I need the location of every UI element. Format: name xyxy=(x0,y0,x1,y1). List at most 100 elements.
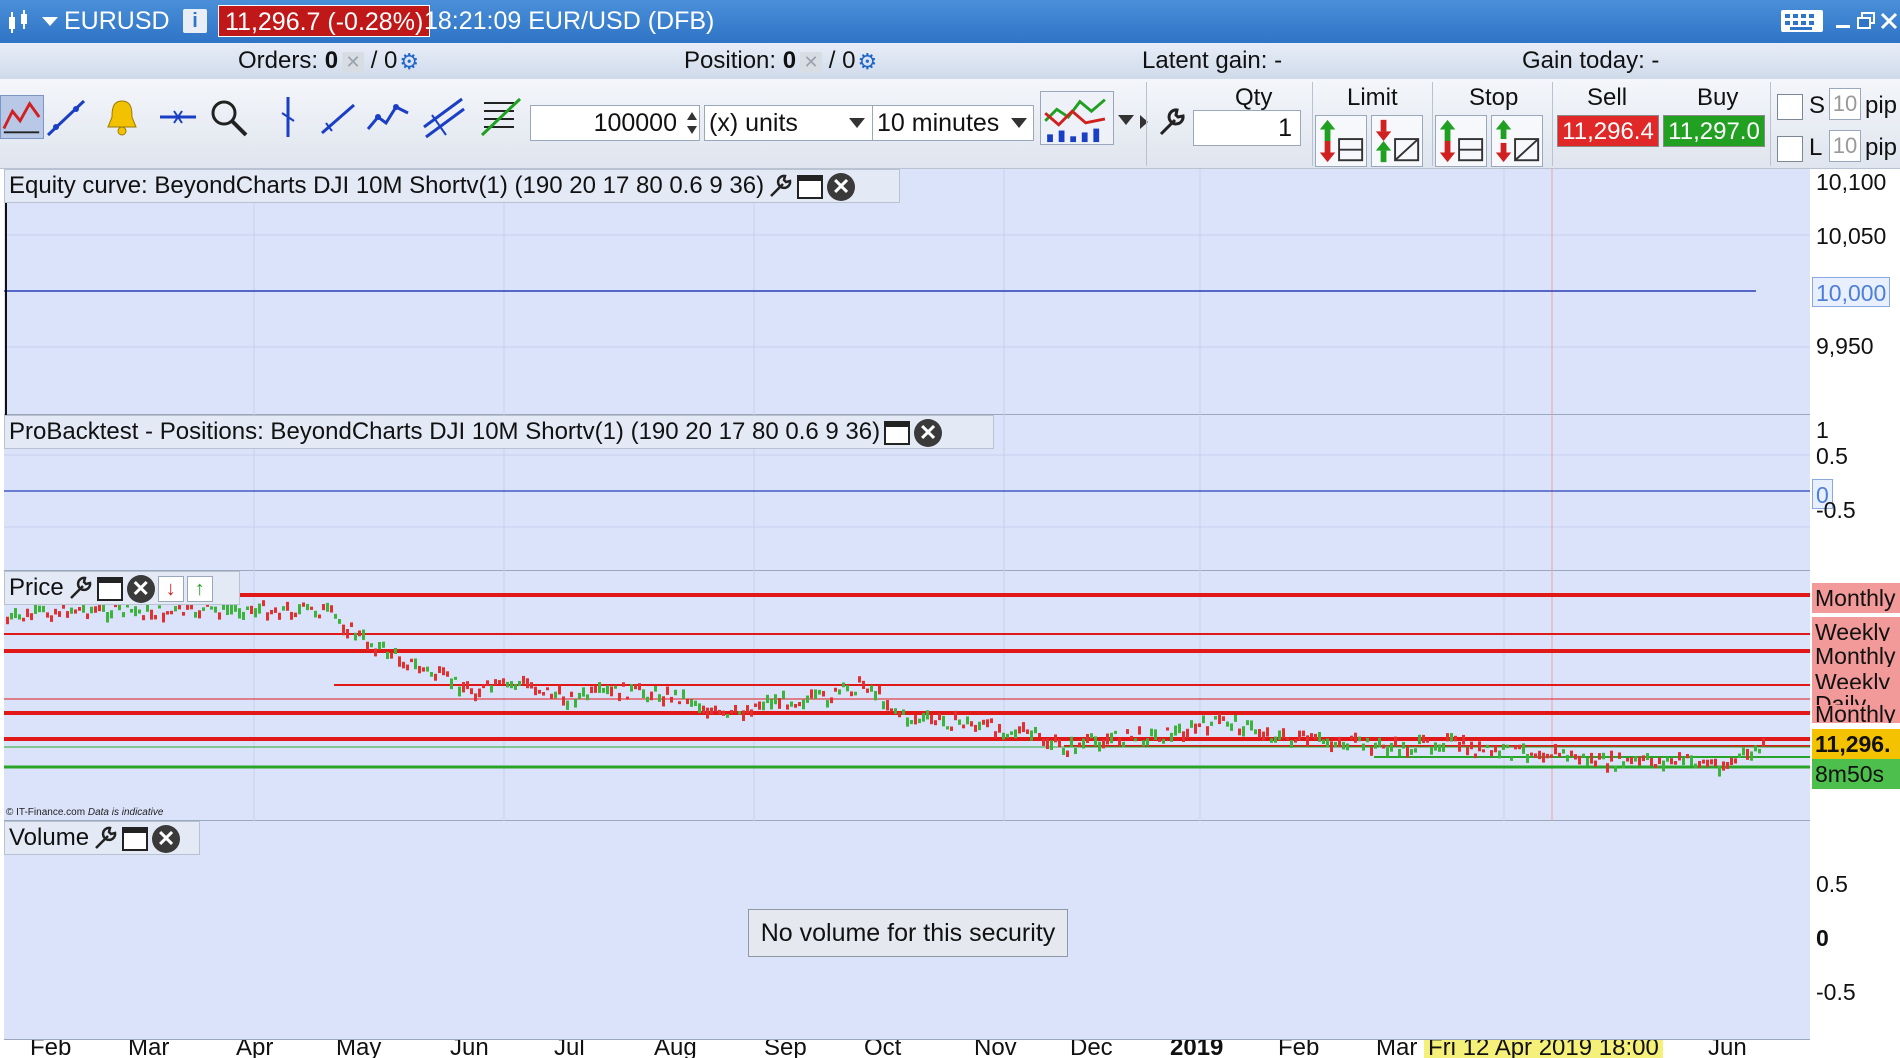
cancel-orders-icon[interactable]: ✕ xyxy=(342,51,365,72)
long-pip-unit: pip xyxy=(1865,134,1898,161)
candle xyxy=(1050,740,1053,751)
positions-close-icon[interactable]: ✕ xyxy=(914,418,943,447)
chart-style-icon[interactable] xyxy=(0,95,44,139)
units-select[interactable]: (x) units xyxy=(704,105,874,141)
price-settings-wrench-icon[interactable] xyxy=(67,576,93,602)
equity-settings-wrench-icon[interactable] xyxy=(767,174,793,200)
buy-arrow-icon[interactable]: ↑ xyxy=(186,575,213,602)
candle xyxy=(1326,738,1329,748)
price-close-icon[interactable]: ✕ xyxy=(126,574,155,603)
info-icon[interactable]: i xyxy=(183,9,207,33)
stop-sell-order-icon[interactable] xyxy=(1491,115,1543,167)
candle xyxy=(1030,730,1033,741)
alert-bell-icon[interactable] xyxy=(100,95,144,139)
stop-label: Stop xyxy=(1469,84,1519,111)
limit-buy-order-icon[interactable] xyxy=(1315,115,1367,167)
positions-maximize-icon[interactable] xyxy=(884,420,911,445)
candle xyxy=(802,699,805,710)
channel-tool-icon[interactable] xyxy=(422,95,466,139)
time-axis-label: Dec xyxy=(1070,1040,1113,1058)
horizontal-line-tool-icon[interactable] xyxy=(156,95,200,139)
candle xyxy=(794,703,797,708)
equity-curve-panel[interactable]: Equity curve: BeyondCharts DJI 10M Short… xyxy=(4,169,1810,415)
polyline-tool-icon[interactable] xyxy=(366,95,410,139)
stop-buy-order-icon[interactable] xyxy=(1435,115,1487,167)
candle xyxy=(1634,756,1637,762)
candle xyxy=(730,709,733,714)
candle xyxy=(670,696,673,703)
instrument-dropdown-icon[interactable] xyxy=(42,17,58,26)
candle xyxy=(962,724,965,729)
quantity-spinner-icon[interactable] xyxy=(686,108,698,138)
candle xyxy=(1578,755,1581,765)
volume-close-icon[interactable]: ✕ xyxy=(152,824,181,853)
units-select-value: (x) units xyxy=(709,109,798,137)
candle xyxy=(530,682,533,689)
limit-sell-order-icon[interactable] xyxy=(1371,115,1423,167)
minimize-icon[interactable] xyxy=(1834,9,1852,33)
short-checkbox[interactable] xyxy=(1777,94,1803,120)
long-checkbox[interactable] xyxy=(1777,136,1803,162)
long-pip-input[interactable]: 10 xyxy=(1829,130,1861,162)
time-axis-label: Feb xyxy=(30,1040,72,1058)
fibonacci-tool-icon[interactable] xyxy=(478,95,522,139)
candle xyxy=(622,682,625,687)
sell-button[interactable]: 11,296.4 xyxy=(1557,115,1659,147)
candle xyxy=(974,724,977,732)
close-position-icon[interactable]: ✕ xyxy=(800,51,823,72)
indicators-icon[interactable] xyxy=(1040,91,1114,145)
quantity-multiplier-field[interactable]: 100000 xyxy=(530,105,700,141)
price-maximize-icon[interactable] xyxy=(96,576,123,601)
short-pip-input[interactable]: 10 xyxy=(1829,88,1861,120)
candle xyxy=(1074,747,1077,755)
candle xyxy=(1038,733,1041,738)
buy-button[interactable]: 11,297.0 xyxy=(1663,115,1765,147)
candle xyxy=(1098,741,1101,752)
candle xyxy=(1238,728,1241,736)
timeframe-select[interactable]: 10 minutes xyxy=(872,105,1034,141)
candle xyxy=(866,688,869,693)
candle xyxy=(1622,761,1625,769)
close-window-icon[interactable] xyxy=(1880,9,1898,33)
volume-maximize-icon[interactable] xyxy=(122,826,149,851)
candle xyxy=(786,704,789,710)
price-panel[interactable]: Price ✕ ↓ ↑ © IT-Finance.com Data is indica… xyxy=(4,571,1810,821)
positions-panel[interactable]: ProBacktest - Positions: BeyondCharts DJ… xyxy=(4,415,1810,571)
wrench-icon[interactable] xyxy=(1155,106,1187,138)
drawing-and-order-toolbar: 100000 (x) units 10 minutes Qty 1 Limit … xyxy=(0,79,1900,169)
candle xyxy=(402,661,405,669)
position-settings-gear-icon[interactable]: ⚙ xyxy=(857,44,877,80)
candle xyxy=(334,613,337,619)
zoom-magnifier-icon[interactable] xyxy=(206,95,250,139)
keyboard-icon[interactable] xyxy=(1780,9,1824,33)
level-label-monthly: Monthly xyxy=(1812,705,1900,723)
volume-settings-wrench-icon[interactable] xyxy=(92,826,118,852)
equity-close-icon[interactable]: ✕ xyxy=(827,172,856,201)
symbol-label[interactable]: EURUSD xyxy=(64,0,170,43)
level-label-monthly: Monthly xyxy=(1812,583,1900,613)
candle xyxy=(1458,741,1461,752)
candle xyxy=(1662,760,1665,772)
restore-icon[interactable] xyxy=(1856,9,1876,33)
sell-arrow-icon[interactable]: ↓ xyxy=(157,575,184,602)
candle xyxy=(950,726,953,731)
candle xyxy=(1426,738,1429,743)
position-summary: Position: 0 ✕ / 0⚙ xyxy=(684,43,877,79)
candle xyxy=(1354,732,1357,743)
candle xyxy=(230,603,233,615)
candle xyxy=(1446,733,1449,742)
candle xyxy=(682,689,685,700)
candle xyxy=(474,693,477,702)
candle xyxy=(274,607,277,613)
price-chart xyxy=(4,571,1810,821)
vertical-line-tool-icon[interactable] xyxy=(266,95,310,139)
indicators-dropdown-arrow-icon[interactable] xyxy=(1118,115,1134,125)
trendline-tool-icon[interactable] xyxy=(44,95,88,139)
candle xyxy=(50,615,53,622)
qty-input[interactable]: 1 xyxy=(1193,110,1301,146)
equity-maximize-icon[interactable] xyxy=(797,174,824,199)
candle xyxy=(910,720,913,725)
candle xyxy=(1298,730,1301,741)
ray-tool-icon[interactable] xyxy=(316,95,360,139)
orders-settings-gear-icon[interactable]: ⚙ xyxy=(399,44,419,80)
